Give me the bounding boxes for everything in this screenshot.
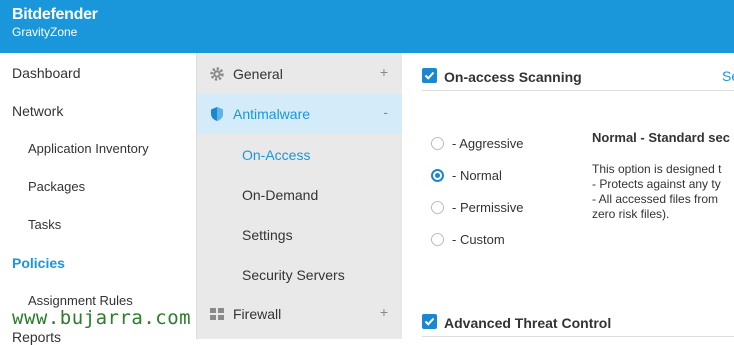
radio-aggressive-label: - Aggressive — [452, 136, 524, 151]
check-icon — [424, 317, 435, 326]
radio-normal-label: - Normal — [452, 168, 502, 183]
atc-title: Advanced Threat Control — [444, 315, 612, 331]
header-band — [197, 0, 734, 53]
gear-icon — [209, 66, 225, 82]
shield-icon — [209, 106, 225, 122]
policy-sub-on-demand[interactable]: On-Demand — [242, 187, 318, 203]
radio-permissive[interactable] — [431, 201, 444, 214]
divider — [422, 336, 734, 337]
firewall-blocks-icon — [209, 306, 225, 322]
app-header: Bitdefender GravityZone — [0, 0, 197, 53]
main-sidebar: Dashboard Network Application Inventory … — [0, 53, 197, 345]
atc-checkbox[interactable] — [422, 314, 437, 329]
level-description-line: zero risk files). — [592, 207, 670, 221]
level-description-line: - All accessed files from — [592, 192, 719, 206]
radio-aggressive[interactable] — [431, 137, 444, 150]
policy-section-general-label: General — [233, 66, 283, 82]
nav-reports[interactable]: Reports — [12, 329, 61, 345]
settings-content: On-access Scanning Se - Aggressive - Nor… — [402, 53, 734, 339]
policy-sub-settings[interactable]: Settings — [242, 227, 293, 243]
expand-toggle[interactable]: + — [380, 64, 388, 80]
on-access-checkbox[interactable] — [422, 68, 437, 83]
settings-link[interactable]: Se — [722, 68, 734, 84]
radio-custom[interactable] — [431, 233, 444, 246]
policy-section-general[interactable]: General + — [197, 54, 402, 94]
policy-section-antimalware[interactable]: Antimalware - — [197, 94, 402, 134]
nav-packages[interactable]: Packages — [28, 179, 85, 194]
level-description-line: - Protects against any ty — [592, 177, 721, 191]
nav-assignment-rules[interactable]: Assignment Rules — [28, 293, 133, 308]
level-description-line: This option is designed t — [592, 162, 722, 176]
divider — [422, 90, 734, 91]
check-icon — [424, 71, 435, 80]
level-description-title: Normal - Standard sec — [592, 130, 730, 145]
policy-section-firewall-label: Firewall — [233, 306, 282, 322]
watermark-text: www.bujarra.com — [12, 307, 192, 329]
radio-permissive-label: - Permissive — [452, 200, 524, 215]
brand-logo[interactable]: Bitdefender — [12, 6, 98, 24]
brand-product: GravityZone — [12, 25, 78, 39]
policy-section-firewall[interactable]: Firewall + — [197, 294, 402, 334]
policy-section-antimalware-label: Antimalware — [233, 106, 311, 122]
nav-policies[interactable]: Policies — [12, 255, 65, 271]
nav-dashboard[interactable]: Dashboard — [12, 65, 81, 81]
policy-sub-security-servers[interactable]: Security Servers — [242, 267, 345, 283]
policy-sections-nav: General + Antimalware - On-Access On-Dem… — [197, 53, 402, 339]
policy-sub-on-access[interactable]: On-Access — [242, 147, 310, 163]
expand-toggle[interactable]: + — [380, 304, 388, 320]
nav-network[interactable]: Network — [12, 103, 63, 119]
nav-application-inventory[interactable]: Application Inventory — [28, 141, 149, 156]
radio-normal[interactable] — [431, 169, 444, 182]
on-access-title: On-access Scanning — [444, 69, 582, 85]
radio-custom-label: - Custom — [452, 232, 505, 247]
collapse-toggle[interactable]: - — [383, 104, 388, 120]
nav-tasks[interactable]: Tasks — [28, 217, 61, 232]
